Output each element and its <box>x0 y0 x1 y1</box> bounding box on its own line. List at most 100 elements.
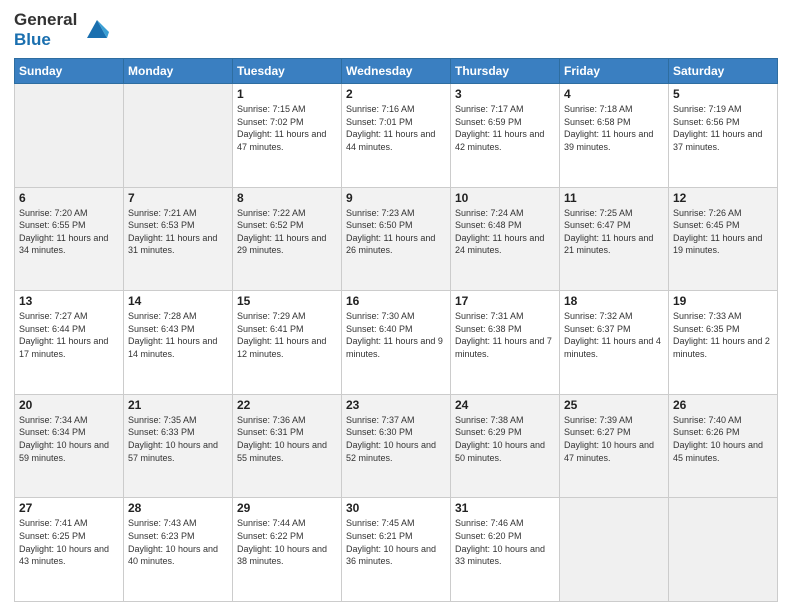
calendar-cell: 23Sunrise: 7:37 AMSunset: 6:30 PMDayligh… <box>342 394 451 498</box>
weekday-header-row: SundayMondayTuesdayWednesdayThursdayFrid… <box>15 59 778 84</box>
calendar-cell: 1Sunrise: 7:15 AMSunset: 7:02 PMDaylight… <box>233 84 342 188</box>
day-info: Sunrise: 7:33 AMSunset: 6:35 PMDaylight:… <box>673 310 773 360</box>
day-number: 2 <box>346 87 446 101</box>
calendar-week-3: 13 Sunrise: 7:27 AMSunset: 6:44 PMDayligh… <box>15 291 778 395</box>
calendar-cell: 22 Sunrise: 7:36 AMSunset: 6:31 PMDayligh… <box>233 394 342 498</box>
day-info: Sunrise: 7:17 AMSunset: 6:59 PMDaylight:… <box>455 103 555 153</box>
calendar-cell: 3 Sunrise: 7:17 AMSunset: 6:59 PMDaylight… <box>451 84 560 188</box>
day-info: Sunrise: 7:19 AMSunset: 6:56 PMDaylight:… <box>673 103 773 153</box>
day-number: 16 <box>346 294 446 308</box>
day-number: 6 <box>19 191 119 205</box>
day-number: 14 <box>128 294 228 308</box>
weekday-header-sunday: Sunday <box>15 59 124 84</box>
day-info: Sunrise: 7:21 AMSunset: 6:53 PMDaylight:… <box>128 207 228 257</box>
day-number: 1 <box>237 87 337 101</box>
calendar-cell: 31 Sunrise: 7:46 AMSunset: 6:20 PMDayligh… <box>451 498 560 602</box>
day-info: Sunrise: 7:27 AMSunset: 6:44 PMDaylight:… <box>19 310 119 360</box>
day-number: 25 <box>564 398 664 412</box>
calendar-cell: 27 Sunrise: 7:41 AMSunset: 6:25 PMDayligh… <box>15 498 124 602</box>
calendar-cell: 4Sunrise: 7:18 AMSunset: 6:58 PMDaylight… <box>560 84 669 188</box>
day-info: Sunrise: 7:41 AMSunset: 6:25 PMDaylight:… <box>19 517 119 567</box>
day-number: 7 <box>128 191 228 205</box>
day-info: Sunrise: 7:25 AMSunset: 6:47 PMDaylight:… <box>564 207 664 257</box>
weekday-header-monday: Monday <box>124 59 233 84</box>
calendar-cell <box>669 498 778 602</box>
calendar-cell: 11 Sunrise: 7:25 AMSunset: 6:47 PMDayligh… <box>560 187 669 291</box>
day-info: Sunrise: 7:32 AMSunset: 6:37 PMDaylight:… <box>564 310 664 360</box>
calendar-cell <box>15 84 124 188</box>
day-info: Sunrise: 7:22 AMSunset: 6:52 PMDaylight:… <box>237 207 337 257</box>
weekday-header-saturday: Saturday <box>669 59 778 84</box>
calendar-cell: 9 Sunrise: 7:23 AMSunset: 6:50 PMDaylight… <box>342 187 451 291</box>
day-info: Sunrise: 7:46 AMSunset: 6:20 PMDaylight:… <box>455 517 555 567</box>
day-number: 15 <box>237 294 337 308</box>
day-number: 8 <box>237 191 337 205</box>
day-number: 26 <box>673 398 773 412</box>
day-number: 19 <box>673 294 773 308</box>
day-info: Sunrise: 7:36 AMSunset: 6:31 PMDaylight:… <box>237 414 337 464</box>
day-info: Sunrise: 7:18 AMSunset: 6:58 PMDaylight:… <box>564 103 664 153</box>
calendar-cell: 7 Sunrise: 7:21 AMSunset: 6:53 PMDaylight… <box>124 187 233 291</box>
calendar-cell: 13 Sunrise: 7:27 AMSunset: 6:44 PMDayligh… <box>15 291 124 395</box>
calendar-cell: 14 Sunrise: 7:28 AMSunset: 6:43 PMDayligh… <box>124 291 233 395</box>
calendar-cell <box>560 498 669 602</box>
calendar-cell: 28Sunrise: 7:43 AMSunset: 6:23 PMDayligh… <box>124 498 233 602</box>
calendar-cell: 18Sunrise: 7:32 AMSunset: 6:37 PMDayligh… <box>560 291 669 395</box>
calendar-cell <box>124 84 233 188</box>
day-info: Sunrise: 7:44 AMSunset: 6:22 PMDaylight:… <box>237 517 337 567</box>
calendar-week-1: 1Sunrise: 7:15 AMSunset: 7:02 PMDaylight… <box>15 84 778 188</box>
day-number: 11 <box>564 191 664 205</box>
day-number: 5 <box>673 87 773 101</box>
weekday-header-thursday: Thursday <box>451 59 560 84</box>
day-number: 12 <box>673 191 773 205</box>
day-info: Sunrise: 7:35 AMSunset: 6:33 PMDaylight:… <box>128 414 228 464</box>
day-info: Sunrise: 7:39 AMSunset: 6:27 PMDaylight:… <box>564 414 664 464</box>
page: General Blue SundayMondayTuesdayWednesda… <box>0 0 792 612</box>
day-number: 30 <box>346 501 446 515</box>
day-number: 22 <box>237 398 337 412</box>
day-number: 17 <box>455 294 555 308</box>
day-number: 10 <box>455 191 555 205</box>
day-info: Sunrise: 7:30 AMSunset: 6:40 PMDaylight:… <box>346 310 446 360</box>
calendar-cell: 29 Sunrise: 7:44 AMSunset: 6:22 PMDayligh… <box>233 498 342 602</box>
weekday-header-wednesday: Wednesday <box>342 59 451 84</box>
day-number: 9 <box>346 191 446 205</box>
day-info: Sunrise: 7:23 AMSunset: 6:50 PMDaylight:… <box>346 207 446 257</box>
day-info: Sunrise: 7:20 AMSunset: 6:55 PMDaylight:… <box>19 207 119 257</box>
calendar-cell: 17 Sunrise: 7:31 AMSunset: 6:38 PMDayligh… <box>451 291 560 395</box>
day-info: Sunrise: 7:34 AMSunset: 6:34 PMDaylight:… <box>19 414 119 464</box>
weekday-header-friday: Friday <box>560 59 669 84</box>
calendar-week-2: 6 Sunrise: 7:20 AMSunset: 6:55 PMDaylight… <box>15 187 778 291</box>
day-info: Sunrise: 7:28 AMSunset: 6:43 PMDaylight:… <box>128 310 228 360</box>
day-number: 24 <box>455 398 555 412</box>
calendar-cell: 10 Sunrise: 7:24 AMSunset: 6:48 PMDayligh… <box>451 187 560 291</box>
day-number: 29 <box>237 501 337 515</box>
calendar-cell: 6 Sunrise: 7:20 AMSunset: 6:55 PMDaylight… <box>15 187 124 291</box>
day-number: 13 <box>19 294 119 308</box>
day-info: Sunrise: 7:37 AMSunset: 6:30 PMDaylight:… <box>346 414 446 464</box>
logo-text: General Blue <box>14 10 113 50</box>
day-number: 21 <box>128 398 228 412</box>
day-info: Sunrise: 7:26 AMSunset: 6:45 PMDaylight:… <box>673 207 773 257</box>
calendar-cell: 15Sunrise: 7:29 AMSunset: 6:41 PMDayligh… <box>233 291 342 395</box>
day-number: 31 <box>455 501 555 515</box>
day-info: Sunrise: 7:31 AMSunset: 6:38 PMDaylight:… <box>455 310 555 360</box>
day-info: Sunrise: 7:24 AMSunset: 6:48 PMDaylight:… <box>455 207 555 257</box>
calendar-cell: 5 Sunrise: 7:19 AMSunset: 6:56 PMDaylight… <box>669 84 778 188</box>
calendar-cell: 2 Sunrise: 7:16 AMSunset: 7:01 PMDaylight… <box>342 84 451 188</box>
day-number: 3 <box>455 87 555 101</box>
day-info: Sunrise: 7:16 AMSunset: 7:01 PMDaylight:… <box>346 103 446 153</box>
day-info: Sunrise: 7:40 AMSunset: 6:26 PMDaylight:… <box>673 414 773 464</box>
logo-blue: Blue <box>14 30 77 50</box>
calendar-cell: 12 Sunrise: 7:26 AMSunset: 6:45 PMDayligh… <box>669 187 778 291</box>
header: General Blue <box>14 10 778 50</box>
calendar-cell: 20Sunrise: 7:34 AMSunset: 6:34 PMDayligh… <box>15 394 124 498</box>
calendar-cell: 16 Sunrise: 7:30 AMSunset: 6:40 PMDayligh… <box>342 291 451 395</box>
calendar-week-5: 27 Sunrise: 7:41 AMSunset: 6:25 PMDayligh… <box>15 498 778 602</box>
day-number: 27 <box>19 501 119 515</box>
day-info: Sunrise: 7:45 AMSunset: 6:21 PMDaylight:… <box>346 517 446 567</box>
day-number: 28 <box>128 501 228 515</box>
calendar-cell: 24 Sunrise: 7:38 AMSunset: 6:29 PMDayligh… <box>451 394 560 498</box>
day-info: Sunrise: 7:38 AMSunset: 6:29 PMDaylight:… <box>455 414 555 464</box>
logo-icon <box>81 12 113 44</box>
